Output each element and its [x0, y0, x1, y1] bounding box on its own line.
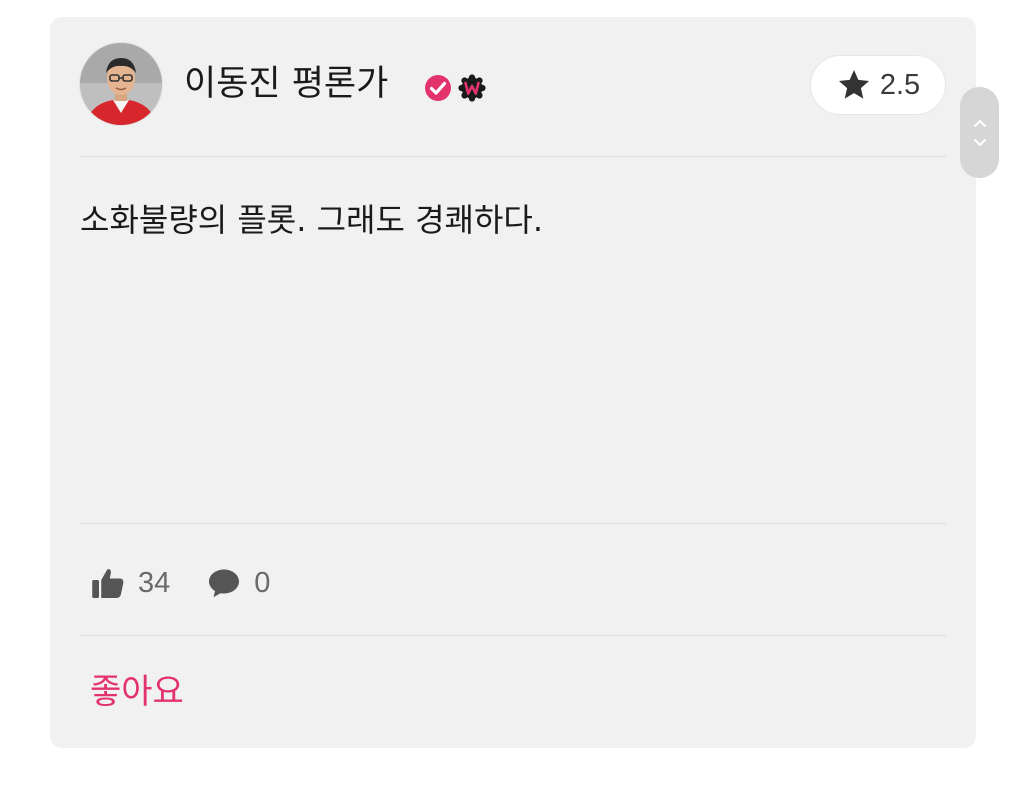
rating-pill: 2.5: [810, 55, 946, 115]
chevron-up-icon[interactable]: [971, 116, 989, 130]
speech-bubble-icon: [209, 569, 240, 598]
divider: [80, 523, 946, 524]
review-comment[interactable]: 소화불량의 플롯. 그래도 경쾌하다.: [80, 197, 543, 243]
comment-stat: 0: [206, 565, 270, 601]
avatar-photo: [80, 43, 162, 125]
divider: [80, 635, 946, 636]
author-name[interactable]: 이동진 평론가: [184, 61, 388, 107]
like-stat: 34: [90, 565, 170, 601]
divider: [80, 156, 946, 157]
like-button[interactable]: 좋아요: [90, 669, 184, 715]
review-stats: 34 0: [90, 562, 270, 604]
watcha-w-badge-icon: [458, 74, 486, 102]
comment-count: 0: [254, 566, 271, 599]
review-header: 이동진 평론가 2.5: [80, 43, 946, 128]
rating-value: 2.5: [879, 68, 921, 101]
author-badges: [423, 73, 487, 103]
like-count: 34: [138, 566, 171, 599]
avatar[interactable]: [80, 43, 162, 125]
scroll-handle[interactable]: [960, 87, 999, 178]
thumbs-up-icon: [92, 569, 124, 598]
star-icon: [838, 70, 869, 99]
verified-check-icon: [425, 75, 451, 101]
chevron-down-icon[interactable]: [971, 136, 989, 150]
review-card: 이동진 평론가 2.5 소화불량의 플롯. 그래도 경쾌하다. 34 0 좋아요: [50, 17, 976, 748]
